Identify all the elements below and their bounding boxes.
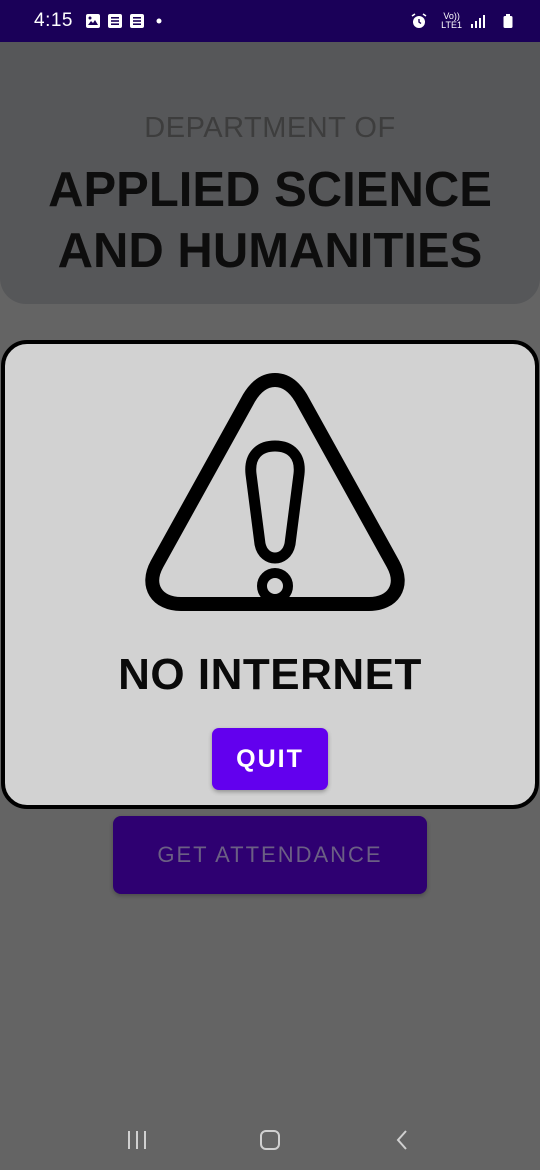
department-title: APPLIED SCIENCE AND HUMANITIES xyxy=(0,160,540,282)
navigation-bar xyxy=(0,1110,540,1170)
department-subtitle: DEPARTMENT OF xyxy=(144,112,396,144)
note-icon xyxy=(107,13,123,29)
signal-icon xyxy=(470,13,486,29)
alarm-icon xyxy=(411,13,427,29)
dialog-title: NO INTERNET xyxy=(118,650,422,699)
department-title-line1: APPLIED SCIENCE xyxy=(48,163,492,217)
quit-button[interactable]: QUIT xyxy=(212,728,328,790)
back-icon[interactable] xyxy=(383,1120,423,1160)
network-label-bottom: LTE1 xyxy=(441,20,462,30)
department-title-line2: AND HUMANITIES xyxy=(57,224,483,278)
dot-icon xyxy=(151,13,167,29)
battery-icon xyxy=(500,13,516,29)
note-icon xyxy=(129,13,145,29)
status-bar: 4:15 Vo)) LTE1 xyxy=(0,0,540,42)
recent-apps-icon[interactable] xyxy=(117,1120,157,1160)
warning-icon xyxy=(145,373,405,611)
get-attendance-button[interactable]: GET ATTENDANCE xyxy=(113,816,427,894)
no-internet-dialog: NO INTERNET QUIT xyxy=(1,340,539,809)
header-card: DEPARTMENT OF APPLIED SCIENCE AND HUMANI… xyxy=(0,42,540,304)
status-time: 4:15 xyxy=(34,10,73,31)
home-icon[interactable] xyxy=(250,1120,290,1160)
gallery-icon xyxy=(85,13,101,29)
network-label: Vo)) LTE1 xyxy=(441,12,462,30)
